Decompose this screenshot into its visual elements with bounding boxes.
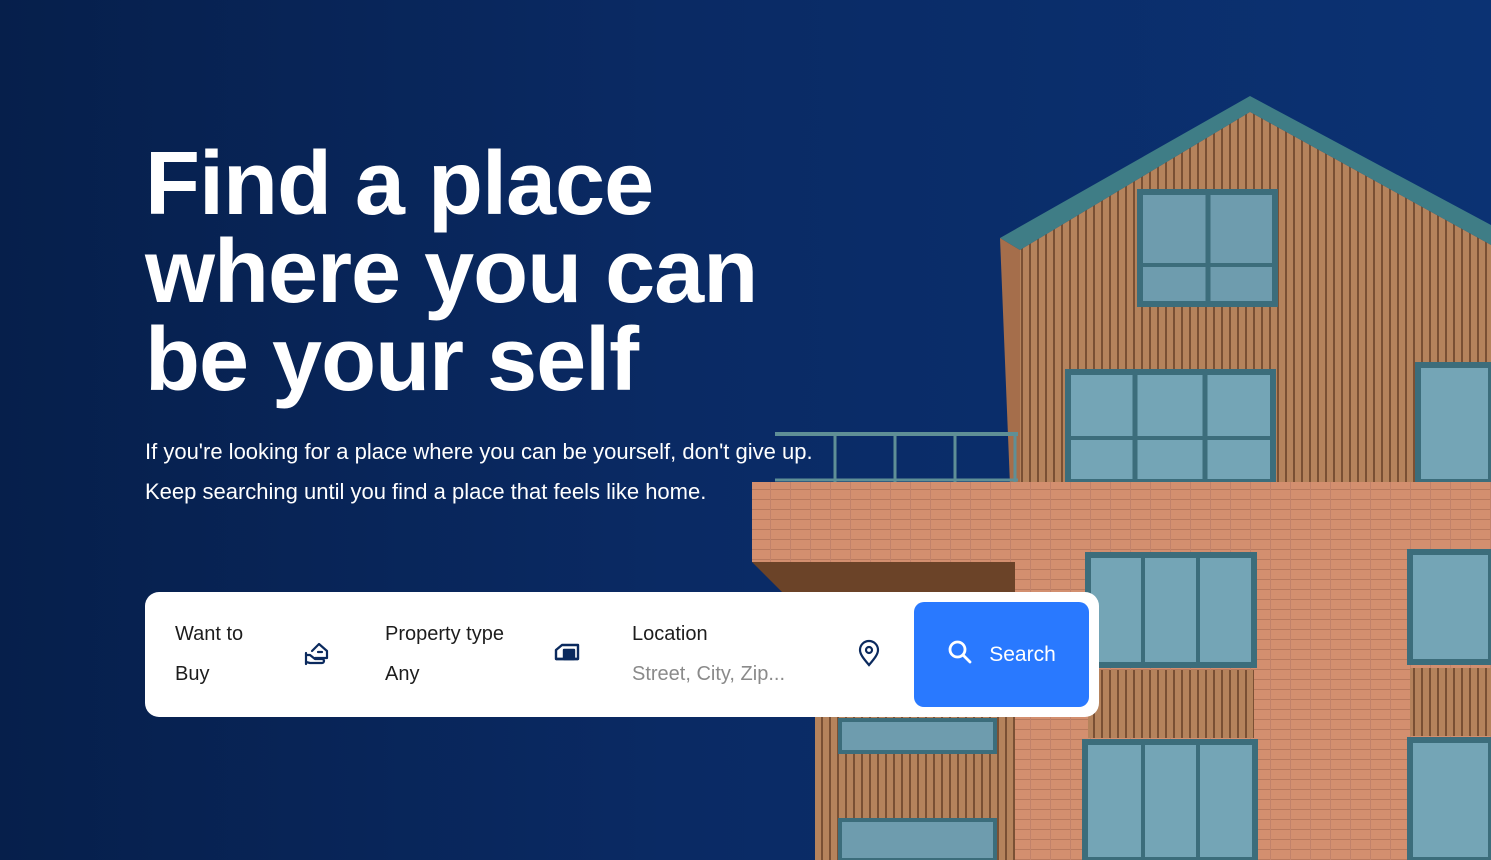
headline-line-2: where you can	[145, 222, 758, 322]
location-label: Location	[632, 623, 708, 645]
headline-line-3: be your self	[145, 310, 639, 410]
want-to-value[interactable]: Buy	[175, 654, 243, 694]
hand-house-icon[interactable]	[303, 638, 333, 668]
hero-subtext: If you're looking for a place where you …	[145, 439, 813, 504]
property-type-label: Property type	[385, 623, 504, 645]
map-pin-icon	[854, 638, 884, 668]
location-field: Location	[632, 614, 832, 694]
hero-headline: Find a place where you can be your self	[145, 134, 865, 410]
location-input[interactable]	[632, 654, 832, 694]
want-to-label: Want to	[175, 623, 244, 645]
headline-line-1: Find a place	[145, 134, 654, 234]
property-type-field[interactable]: Property type Any	[385, 614, 504, 694]
property-search-bar: Want to Buy Property type Any Location S…	[145, 592, 1099, 717]
hero-building-image	[752, 96, 1491, 860]
property-type-value[interactable]: Any	[385, 654, 504, 694]
search-button-label: Search	[989, 642, 1056, 666]
search-icon	[947, 639, 973, 671]
search-button[interactable]: Search	[914, 602, 1089, 707]
house-icon[interactable]	[552, 638, 582, 668]
want-to-field[interactable]: Want to Buy	[175, 614, 243, 694]
